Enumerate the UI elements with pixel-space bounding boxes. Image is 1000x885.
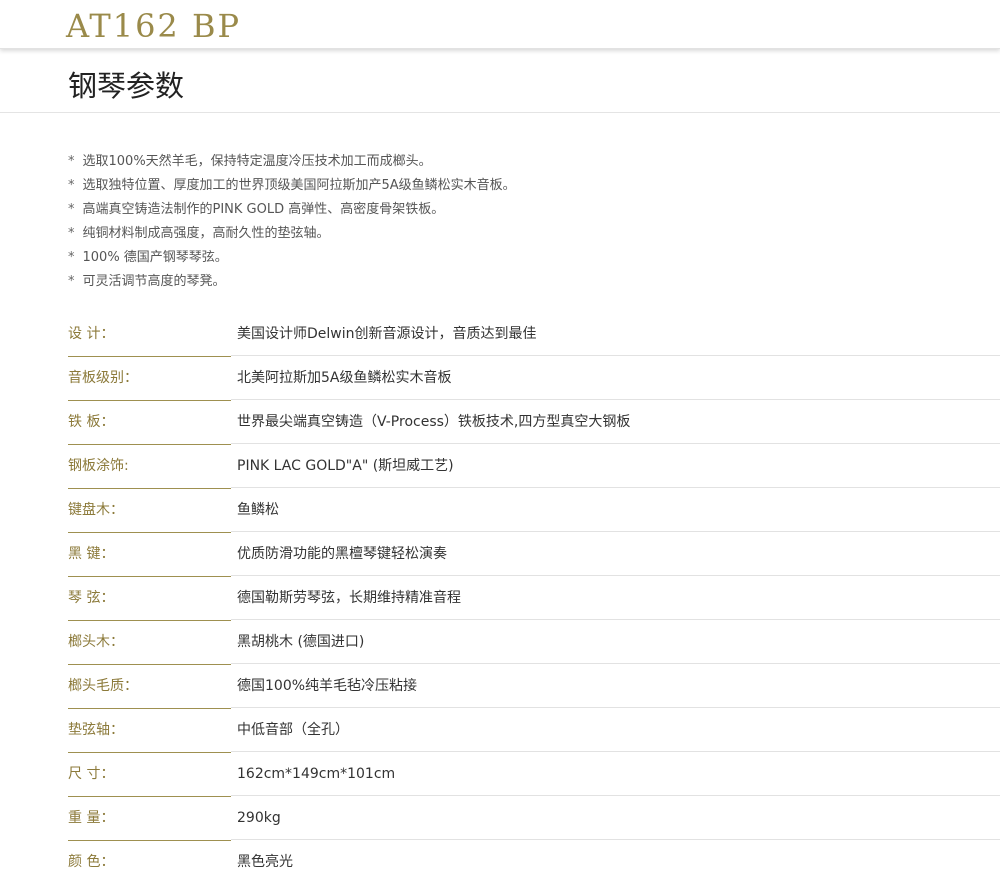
spec-label: 铁 板： [68,401,231,445]
spec-row: 音板级别： 北美阿拉斯加5A级鱼鳞松实木音板 [0,357,1000,401]
spec-row: 尺 寸： 162cm*149cm*101cm [0,753,1000,797]
section-header: 钢琴参数 [0,52,1000,113]
bullet-marker: * [68,226,75,241]
spec-label: 音板级别： [68,357,231,401]
bullet-marker: * [68,178,75,193]
spec-row: 琴 弦： 德国勒斯劳琴弦，长期维持精准音程 [0,577,1000,621]
spec-value: 中低音部（全孔） [231,709,1000,752]
spec-value: 优质防滑功能的黑檀琴键轻松演奏 [231,533,1000,576]
spec-value: 鱼鳞松 [231,489,1000,532]
feature-item: * 选取100%天然羊毛，保持特定温度冷压技术加工而成榔头。 [68,150,516,174]
spec-label: 榔头毛质： [68,665,231,709]
spec-label: 榔头木： [68,621,231,665]
bullet-marker: * [68,250,75,265]
feature-item: * 纯铜材料制成高强度，高耐久性的垫弦轴。 [68,222,516,246]
model-name: AT162 BP [66,7,241,45]
spec-label: 尺 寸： [68,753,231,797]
spec-value: 162cm*149cm*101cm [231,753,1000,796]
feature-text: 100% 德国产钢琴琴弦。 [82,250,228,265]
feature-text: 高端真空铸造法制作的PINK GOLD 高弹性、高密度骨架铁板。 [82,202,445,217]
spec-row: 榔头毛质： 德国100%纯羊毛毡冷压粘接 [0,665,1000,709]
section-title: 钢琴参数 [68,69,185,103]
spec-label: 重 量： [68,797,231,841]
spec-row: 黑 键： 优质防滑功能的黑檀琴键轻松演奏 [0,533,1000,577]
spec-label: 键盘木： [68,489,231,533]
spec-value: 黑胡桃木 (德国进口) [231,621,1000,664]
spec-row: 铁 板： 世界最尖端真空铸造（V-Process）铁板技术,四方型真空大钢板 [0,401,1000,445]
spec-row: 重 量： 290kg [0,797,1000,841]
feature-text: 选取100%天然羊毛，保持特定温度冷压技术加工而成榔头。 [82,154,432,169]
spec-row: 键盘木： 鱼鳞松 [0,489,1000,533]
feature-text: 可灵活调节高度的琴凳。 [82,274,226,289]
feature-item: * 高端真空铸造法制作的PINK GOLD 高弹性、高密度骨架铁板。 [68,198,516,222]
spec-row: 设 计： 美国设计师Delwin创新音源设计，音质达到最佳 [0,313,1000,357]
bullet-marker: * [68,274,75,289]
feature-item: * 选取独特位置、厚度加工的世界顶级美国阿拉斯加产5A级鱼鳞松实木音板。 [68,174,516,198]
spec-label: 垫弦轴： [68,709,231,753]
spec-value: 290kg [231,797,1000,840]
spec-label: 琴 弦： [68,577,231,621]
spec-row: 钢板涂饰: PINK LAC GOLD"A" (斯坦威工艺) [0,445,1000,489]
top-bar: AT162 BP [0,0,1000,49]
feature-text: 纯铜材料制成高强度，高耐久性的垫弦轴。 [82,226,330,241]
spec-value: 世界最尖端真空铸造（V-Process）铁板技术,四方型真空大钢板 [231,401,1000,444]
bullet-marker: * [68,202,75,217]
spec-label: 颜 色： [68,854,115,870]
feature-item: * 100% 德国产钢琴琴弦。 [68,246,516,270]
spec-label: 黑 键： [68,533,231,577]
spec-value: 北美阿拉斯加5A级鱼鳞松实木音板 [231,357,1000,400]
spec-value: PINK LAC GOLD"A" (斯坦威工艺) [231,445,1000,488]
spec-row: 颜 色： 黑色亮光 [0,841,1000,885]
spec-value: 黑色亮光 [237,854,293,870]
spec-row: 榔头木： 黑胡桃木 (德国进口) [0,621,1000,665]
feature-item: * 可灵活调节高度的琴凳。 [68,270,516,294]
spec-label: 设 计： [68,313,231,357]
spec-value: 美国设计师Delwin创新音源设计，音质达到最佳 [231,313,1000,356]
spec-value: 德国100%纯羊毛毡冷压粘接 [231,665,1000,708]
spec-label: 钢板涂饰: [68,445,231,489]
feature-list: * 选取100%天然羊毛，保持特定温度冷压技术加工而成榔头。 * 选取独特位置、厚度… [68,150,516,294]
bullet-marker: * [68,154,75,169]
spec-row: 垫弦轴： 中低音部（全孔） [0,709,1000,753]
spec-table: 设 计： 美国设计师Delwin创新音源设计，音质达到最佳 音板级别： 北美阿拉… [0,313,1000,885]
spec-value: 德国勒斯劳琴弦，长期维持精准音程 [231,577,1000,620]
feature-text: 选取独特位置、厚度加工的世界顶级美国阿拉斯加产5A级鱼鳞松实木音板。 [82,178,516,193]
